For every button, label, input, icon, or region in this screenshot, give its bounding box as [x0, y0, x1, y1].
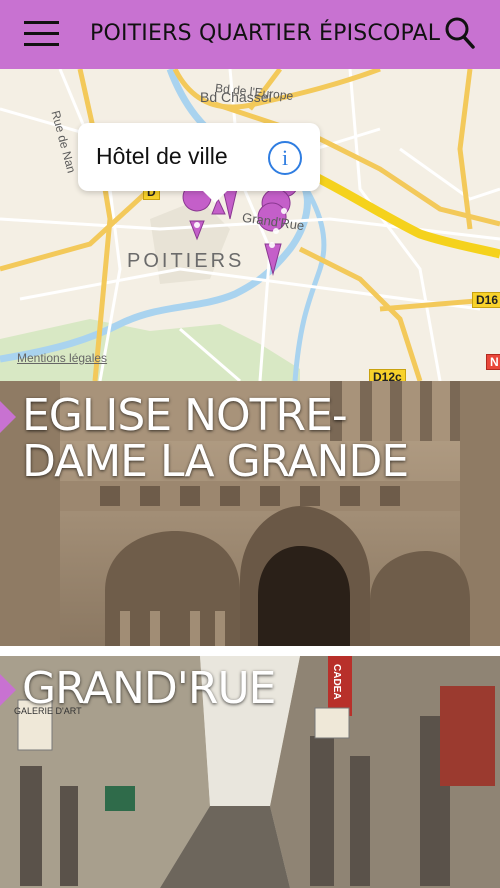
card-title-line1: EGLISE NOTRE-	[22, 390, 348, 441]
card-marker-icon	[0, 674, 16, 706]
card-title-line2: DAME LA GRANDE	[22, 436, 409, 487]
city-label: POITIERS	[127, 250, 245, 272]
road-badge-d16: D16	[472, 292, 500, 308]
callout-label: Hôtel de ville	[96, 143, 228, 169]
info-icon[interactable]: i	[268, 141, 302, 175]
search-icon[interactable]	[444, 16, 476, 50]
menu-icon[interactable]	[24, 18, 60, 50]
place-card-notre-dame[interactable]: EGLISE NOTRE- DAME LA GRANDE	[0, 381, 500, 646]
street-label-chasseigne: Bd Chassei	[200, 89, 272, 105]
card-title: GRAND'RUE	[22, 663, 276, 714]
place-card-grand-rue[interactable]: GALERIE D'ART CADEA GRAND'RUE	[0, 656, 500, 888]
top-bar: POITIERS QUARTIER ÉPISCOPAL	[0, 0, 500, 69]
legal-link[interactable]: Mentions légales	[17, 351, 107, 365]
card-marker-icon	[0, 401, 16, 433]
map-view[interactable]: Bd de l'Europe Bd Chassei Grand'Rue Rue …	[0, 69, 500, 381]
road-badge-d12c: D12c	[369, 369, 406, 381]
map-callout[interactable]: Hôtel de ville i	[78, 123, 320, 203]
road-badge-n: N	[486, 354, 500, 370]
sign-cadeaux: CADEA	[331, 664, 342, 700]
page-title: POITIERS QUARTIER ÉPISCOPAL	[90, 21, 441, 46]
